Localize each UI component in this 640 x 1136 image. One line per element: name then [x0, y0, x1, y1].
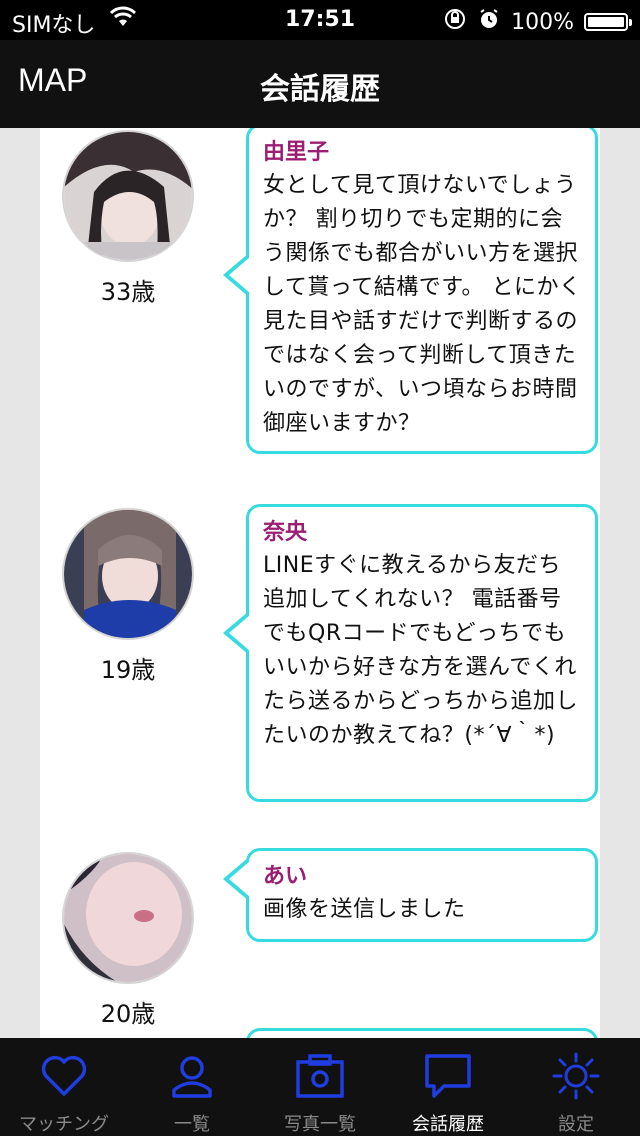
tab-label: 設定	[558, 1114, 594, 1135]
age-label: 33歳	[100, 278, 156, 306]
message-text: 画像を送信しました	[263, 897, 466, 922]
tab-photo-list[interactable]: 写真一覧	[256, 1038, 384, 1136]
tab-matching[interactable]: マッチング	[0, 1038, 128, 1136]
navigation-bar: MAP 会話履歴	[0, 40, 640, 128]
message-text: LINEすぐに教えるから友だち追加してくれない？ 電話番号でもQRコードでもどっ…	[263, 553, 579, 748]
tab-settings[interactable]: 設定	[512, 1038, 640, 1136]
tab-label: 写真一覧	[284, 1114, 356, 1135]
battery-percent: 100%	[511, 9, 574, 35]
avatar[interactable]	[62, 852, 194, 984]
tab-bar: マッチング 一覧 写真一覧 会話履歴 設定	[0, 1038, 640, 1136]
tab-label: 一覧	[174, 1114, 210, 1135]
avatar[interactable]	[62, 508, 194, 640]
conversation-list[interactable]: 33歳 由里子 女として見て頂けないでしょうか？ 割り切りでも定期的に会う関係で…	[0, 128, 640, 1038]
rotation-lock-icon	[443, 7, 467, 37]
sender-name: 奈央	[263, 520, 308, 545]
message-bubble[interactable]: 奈央 LINEすぐに教えるから友だち追加してくれない？ 電話番号でもQRコードで…	[223, 504, 598, 802]
message-bubble[interactable]	[246, 1028, 598, 1038]
battery-icon	[584, 13, 632, 31]
tab-label: 会話履歴	[412, 1114, 484, 1135]
tab-label: マッチング	[19, 1114, 109, 1135]
tab-list[interactable]: 一覧	[128, 1038, 256, 1136]
avatar[interactable]	[62, 130, 194, 262]
status-bar: SIMなし 17:51 100%	[0, 0, 640, 40]
alarm-icon	[477, 7, 501, 37]
age-label: 20歳	[100, 1000, 156, 1028]
page-title: 会話履歴	[260, 72, 380, 107]
sender-name: あい	[263, 864, 308, 889]
message-bubble[interactable]: 由里子 女として見て頂けないでしょうか？ 割り切りでも定期的に会う関係でも都合が…	[223, 128, 598, 454]
tab-conversation-history[interactable]: 会話履歴	[384, 1038, 512, 1136]
sender-name: 由里子	[263, 140, 330, 165]
message-text: 女として見て頂けないでしょうか？ 割り切りでも定期的に会う関係でも都合がいい方を…	[263, 173, 582, 436]
age-label: 19歳	[100, 656, 156, 684]
message-bubble[interactable]: あい 画像を送信しました	[223, 848, 598, 942]
